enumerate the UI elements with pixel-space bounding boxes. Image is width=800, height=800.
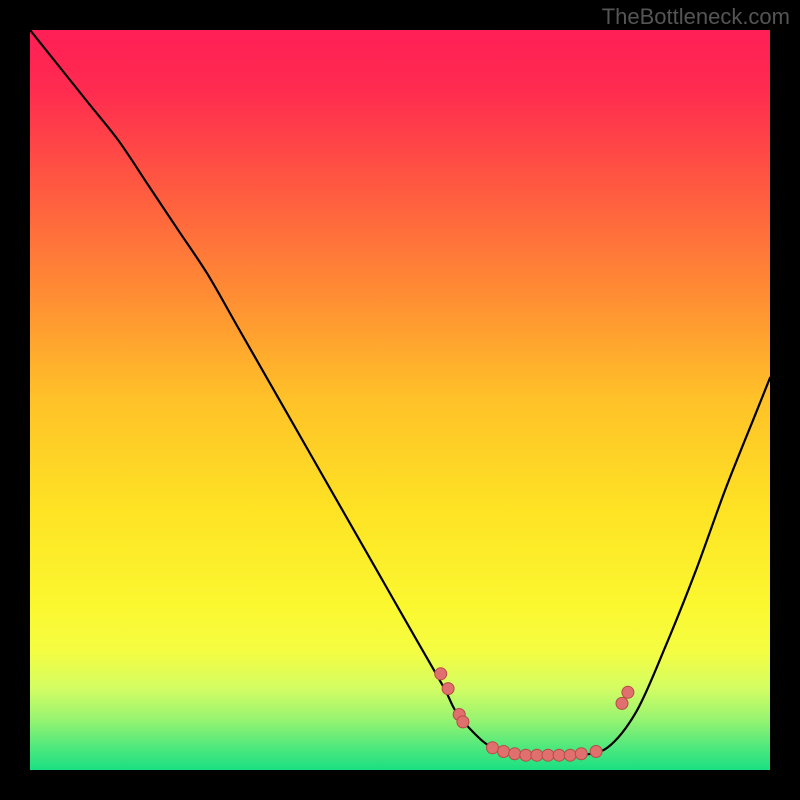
- data-marker: [509, 748, 521, 760]
- figure-root: TheBottleneck.com: [0, 0, 800, 800]
- data-marker: [590, 746, 602, 758]
- chart-overlay: [30, 30, 770, 770]
- data-marker: [564, 749, 576, 761]
- data-marker: [520, 749, 532, 761]
- data-marker: [442, 683, 454, 695]
- data-marker: [553, 749, 565, 761]
- data-marker: [622, 686, 634, 698]
- data-marker: [498, 746, 510, 758]
- data-marker: [457, 716, 469, 728]
- data-marker: [616, 697, 628, 709]
- plot-area: [30, 30, 770, 770]
- watermark-text: TheBottleneck.com: [602, 4, 790, 30]
- data-marker: [487, 742, 499, 754]
- bottleneck-curve: [30, 30, 770, 756]
- data-marker: [435, 668, 447, 680]
- data-marker: [531, 749, 543, 761]
- marker-group: [435, 668, 634, 761]
- data-marker: [542, 749, 554, 761]
- data-marker: [575, 748, 587, 760]
